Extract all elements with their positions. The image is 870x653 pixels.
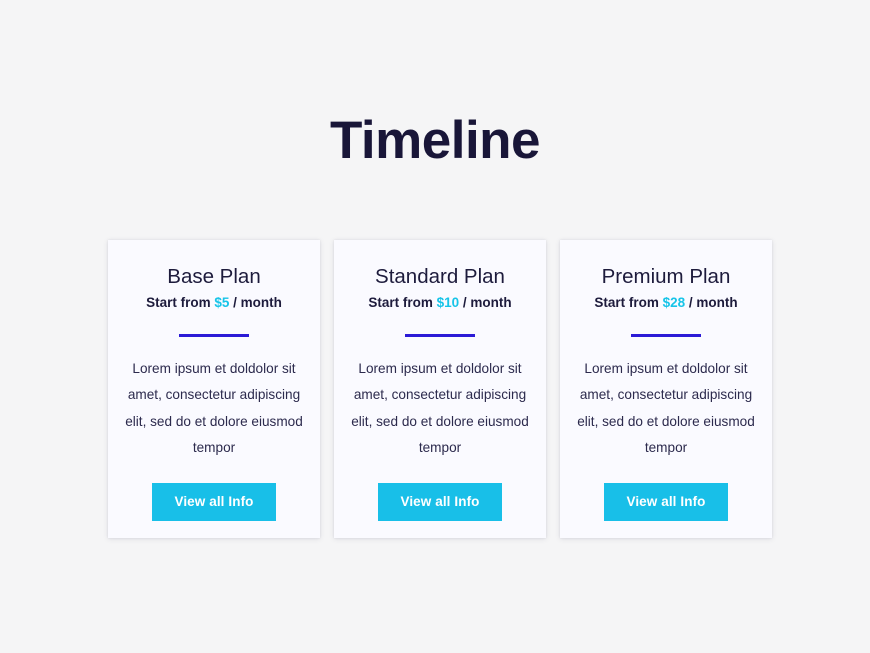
view-all-info-button[interactable]: View all Info bbox=[604, 483, 728, 521]
price-suffix: / month bbox=[229, 295, 282, 310]
plan-divider bbox=[631, 334, 701, 337]
price-amount: $5 bbox=[214, 295, 230, 310]
plan-card-standard[interactable]: Standard Plan Start from $10 / month Lor… bbox=[334, 240, 546, 538]
price-prefix: Start from bbox=[368, 295, 437, 310]
plan-name: Premium Plan bbox=[601, 265, 731, 288]
plan-name: Standard Plan bbox=[375, 265, 505, 288]
price-amount: $28 bbox=[662, 295, 686, 310]
plan-description: Lorem ipsum et doldolor sit amet, consec… bbox=[125, 361, 303, 455]
plan-divider bbox=[405, 334, 475, 337]
price-prefix: Start from bbox=[594, 295, 663, 310]
price-prefix: Start from bbox=[146, 295, 215, 310]
price-amount: $10 bbox=[436, 295, 460, 310]
plan-price-line: Start from $28 / month bbox=[594, 293, 737, 312]
plan-description: Lorem ipsum et doldolor sit amet, consec… bbox=[351, 361, 529, 455]
price-suffix: / month bbox=[459, 295, 512, 310]
plan-card-premium[interactable]: Premium Plan Start from $28 / month Lore… bbox=[560, 240, 772, 538]
plan-name: Base Plan bbox=[167, 265, 261, 288]
plan-card-base[interactable]: Base Plan Start from $5 / month Lorem ip… bbox=[108, 240, 320, 538]
page-title: Timeline bbox=[329, 111, 541, 170]
pricing-cards-row: Base Plan Start from $5 / month Lorem ip… bbox=[108, 240, 772, 538]
view-all-info-button[interactable]: View all Info bbox=[378, 483, 502, 521]
plan-description: Lorem ipsum et doldolor sit amet, consec… bbox=[577, 361, 755, 455]
price-suffix: / month bbox=[685, 295, 738, 310]
plan-price-line: Start from $10 / month bbox=[368, 293, 511, 312]
pricing-page: Timeline Base Plan Start from $5 / month… bbox=[0, 0, 870, 653]
plan-price-line: Start from $5 / month bbox=[146, 293, 282, 312]
view-all-info-button[interactable]: View all Info bbox=[152, 483, 276, 521]
plan-divider bbox=[179, 334, 249, 337]
